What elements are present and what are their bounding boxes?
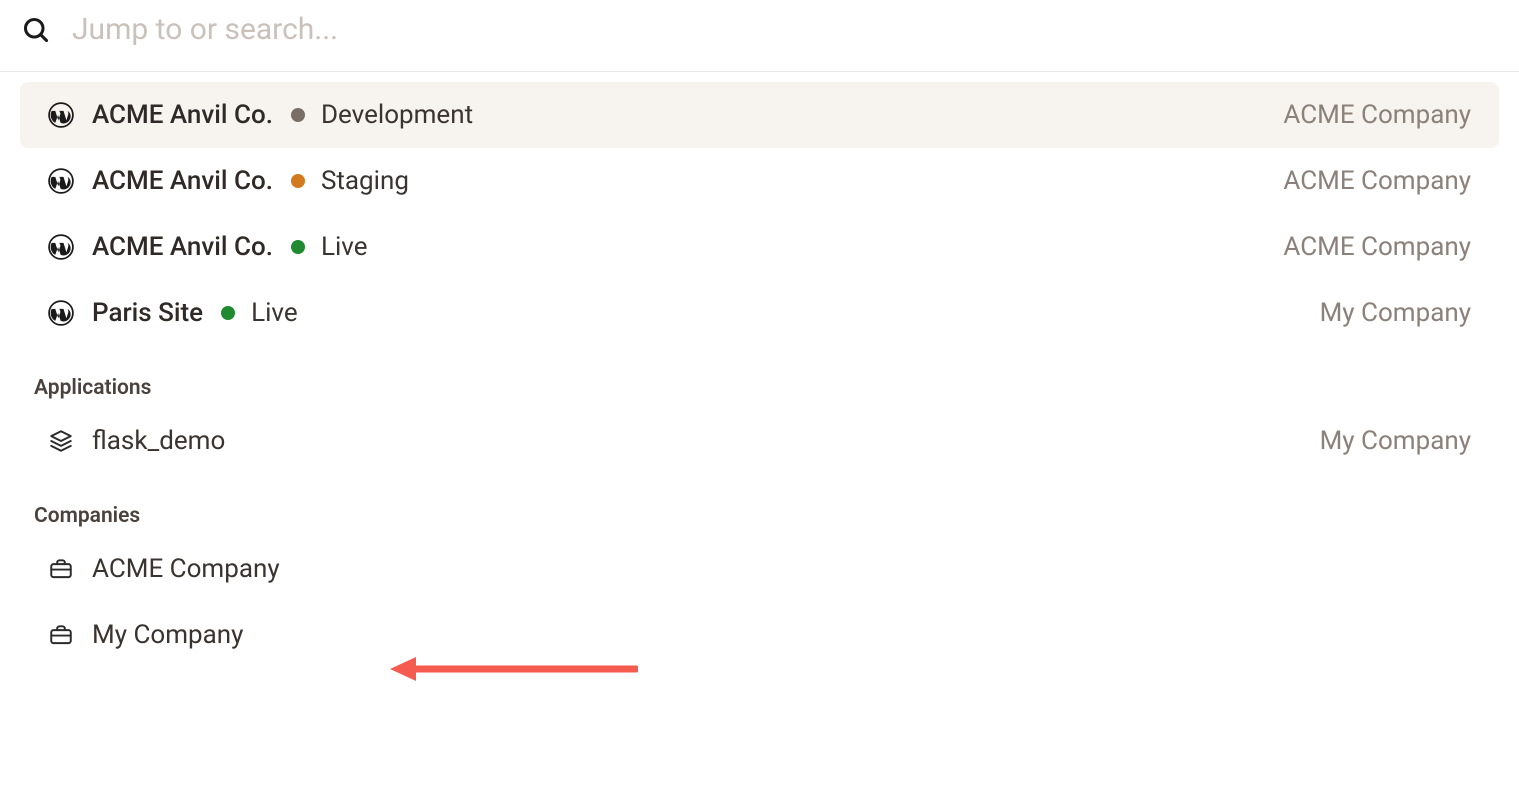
site-name: ACME Anvil Co.: [92, 232, 273, 262]
site-result-row[interactable]: ACME Anvil Co. Live ACME Company: [20, 214, 1499, 280]
env-status-dot: [221, 306, 235, 320]
wordpress-icon: [48, 168, 74, 194]
application-name: flask_demo: [92, 426, 225, 456]
company-tag: ACME Company: [1283, 166, 1471, 196]
search-icon: [22, 16, 50, 44]
site-result-row[interactable]: ACME Anvil Co. Development ACME Company: [20, 82, 1499, 148]
site-name: Paris Site: [92, 298, 203, 328]
company-name: My Company: [92, 620, 243, 650]
company-result-row[interactable]: My Company: [20, 602, 1499, 668]
env-status-dot: [291, 240, 305, 254]
stack-icon: [48, 428, 74, 454]
site-result-row[interactable]: Paris Site Live My Company: [20, 280, 1499, 346]
env-label: Live: [321, 232, 368, 262]
wordpress-icon: [48, 300, 74, 326]
briefcase-icon: [48, 556, 74, 582]
company-name: ACME Company: [92, 554, 280, 584]
env-label: Development: [321, 100, 473, 130]
search-input[interactable]: [72, 12, 1497, 47]
results-container[interactable]: ACME Anvil Co. Development ACME Company …: [0, 72, 1519, 759]
section-header-companies: Companies: [20, 474, 1499, 536]
site-name: ACME Anvil Co.: [92, 166, 273, 196]
section-header-applications: Applications: [20, 346, 1499, 408]
env-status-dot: [291, 174, 305, 188]
site-name: ACME Anvil Co.: [92, 100, 273, 130]
company-tag: My Company: [1320, 426, 1471, 456]
env-status-dot: [291, 108, 305, 122]
wordpress-icon: [48, 102, 74, 128]
site-result-row[interactable]: ACME Anvil Co. Staging ACME Company: [20, 148, 1499, 214]
company-result-row[interactable]: ACME Company: [20, 536, 1499, 602]
env-label: Live: [251, 298, 298, 328]
company-tag: ACME Company: [1283, 100, 1471, 130]
search-bar: [0, 0, 1519, 72]
env-label: Staging: [321, 166, 409, 196]
company-tag: ACME Company: [1283, 232, 1471, 262]
application-result-row[interactable]: flask_demo My Company: [20, 408, 1499, 474]
wordpress-icon: [48, 234, 74, 260]
briefcase-icon: [48, 622, 74, 648]
company-tag: My Company: [1320, 298, 1471, 328]
